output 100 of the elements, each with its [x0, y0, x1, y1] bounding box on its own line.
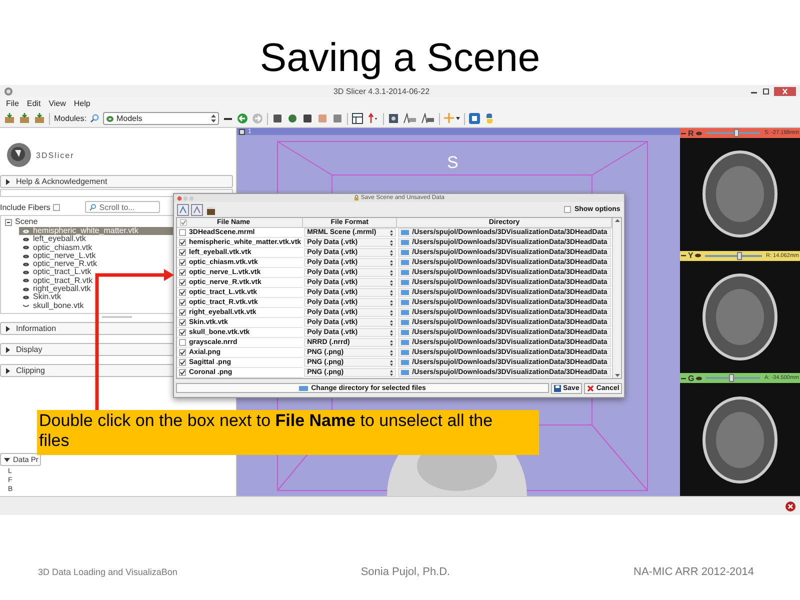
footer-text: NA-MIC ARR 2012-2014 — [634, 566, 754, 578]
tree-item[interactable]: optic_tract_L.vtk — [19, 268, 98, 277]
pin-icon[interactable] — [239, 128, 245, 134]
checkbox[interactable] — [564, 206, 572, 213]
updown-arrows-icon — [390, 330, 394, 336]
checkbox[interactable] — [179, 279, 186, 286]
collapse-icon[interactable] — [5, 218, 12, 226]
checkbox[interactable] — [179, 319, 186, 326]
orientation-label: S — [447, 153, 458, 173]
eye-icon[interactable] — [23, 278, 29, 284]
menu-item[interactable]: Help — [74, 99, 90, 108]
tree-item[interactable]: left_eyeball.vtk — [19, 235, 92, 244]
slicer-logo-icon — [6, 142, 32, 168]
python-icon[interactable] — [484, 113, 496, 124]
slider-thumb[interactable] — [737, 252, 742, 260]
tree-item[interactable]: right_eyeball.vtk — [19, 285, 97, 294]
search-icon[interactable] — [90, 114, 100, 123]
restore-icon[interactable] — [762, 87, 770, 95]
pin-icon[interactable] — [681, 130, 686, 136]
checkbox[interactable] — [179, 329, 186, 336]
data-box-icon[interactable] — [19, 113, 30, 124]
module-selector[interactable]: Models — [103, 112, 220, 125]
extension-manager-icon[interactable] — [469, 113, 480, 124]
checkbox[interactable] — [179, 359, 186, 366]
checkbox[interactable] — [179, 239, 186, 246]
axes-icon[interactable] — [367, 113, 380, 124]
updown-arrows-icon — [390, 290, 394, 296]
slider-thumb[interactable] — [734, 129, 739, 137]
eye-icon[interactable] — [23, 254, 29, 259]
expand-arrow-icon — [4, 456, 10, 462]
slice-label: Y — [688, 251, 694, 260]
layout-icon[interactable] — [352, 113, 364, 124]
menu-item[interactable]: Edit — [26, 99, 41, 108]
include-fibers-label: Include Fibers — [0, 202, 50, 212]
updown-arrows-icon — [390, 320, 394, 326]
tree-item[interactable]: optic_tract_R.vtk — [19, 276, 99, 286]
annotation-icon[interactable] — [403, 113, 418, 124]
eye-icon[interactable] — [23, 236, 29, 242]
updown-arrows-icon — [390, 300, 394, 306]
checkbox[interactable] — [179, 309, 186, 316]
checkbox[interactable] — [179, 349, 186, 356]
checkbox[interactable] — [53, 204, 60, 210]
slider-thumb[interactable] — [728, 374, 734, 382]
eye-icon[interactable] — [695, 253, 702, 258]
eye-icon[interactable] — [23, 262, 29, 267]
checkbox[interactable] — [179, 269, 186, 276]
data-box-icon[interactable] — [4, 113, 15, 124]
updown-arrows-icon — [390, 350, 394, 356]
updown-arrows-icon — [390, 340, 394, 346]
screenshot-icon[interactable] — [388, 113, 400, 124]
menu-item[interactable]: View — [48, 99, 66, 108]
module-icon[interactable] — [272, 113, 284, 124]
updown-arrows-icon — [390, 280, 394, 286]
closed-eye-icon[interactable] — [23, 303, 29, 308]
tree-item[interactable]: skull_bone.vtk — [19, 302, 90, 310]
updown-arrows-icon — [390, 270, 394, 276]
eye-icon[interactable] — [696, 376, 702, 381]
checkbox[interactable] — [179, 259, 186, 266]
checkbox[interactable] — [179, 229, 186, 236]
checkbox[interactable] — [180, 219, 187, 226]
window-controls-icon[interactable] — [177, 196, 194, 200]
updown-arrows-icon — [390, 260, 394, 266]
expand-arrow-icon — [5, 178, 11, 184]
eye-icon[interactable] — [23, 295, 29, 300]
tree-item[interactable]: Skin.vtk — [19, 293, 68, 302]
tree-item[interactable]: Scene — [15, 217, 38, 227]
slicer-logo-icon — [4, 86, 13, 96]
eye-icon[interactable] — [23, 245, 29, 250]
node-select-icon[interactable] — [177, 204, 189, 216]
folder-icon — [299, 386, 308, 390]
menu-item[interactable]: File — [6, 99, 19, 108]
footer-author: Sonia Pujol, Ph.D. — [360, 566, 450, 578]
back-arrow-icon[interactable] — [237, 113, 248, 124]
data-box-icon[interactable] — [34, 113, 45, 124]
crosshair-icon[interactable] — [444, 113, 460, 124]
scrollbar[interactable] — [612, 218, 622, 378]
checkbox[interactable] — [179, 369, 186, 376]
scroll-to-field[interactable]: Scroll to... — [85, 201, 160, 213]
annotation-icon[interactable] — [421, 113, 436, 124]
tree-item[interactable]: optic_chiasm.vtk — [19, 244, 98, 252]
close-icon[interactable] — [774, 86, 796, 96]
search-icon — [89, 204, 96, 210]
checkbox[interactable] — [179, 289, 186, 296]
modules-label: Modules: — [54, 114, 86, 123]
close-icon[interactable] — [785, 500, 796, 512]
tree-item[interactable]: optic_nerve_L.vtk — [19, 252, 102, 260]
model-icon — [106, 114, 114, 122]
section-header[interactable]: Help & Acknowledgement — [0, 175, 233, 188]
slice-label: G — [688, 374, 694, 383]
node-select-icon[interactable] — [191, 204, 203, 216]
checkbox[interactable] — [179, 299, 186, 306]
module-icon[interactable] — [287, 113, 298, 124]
expand-arrow-icon — [5, 326, 11, 332]
tree-item[interactable]: optic_nerve_R.vtk — [19, 260, 104, 268]
eye-icon[interactable] — [23, 286, 29, 292]
checkbox[interactable] — [179, 339, 186, 346]
checkbox[interactable] — [179, 249, 186, 256]
eye-icon[interactable] — [23, 270, 29, 276]
module-icon[interactable] — [302, 113, 314, 124]
updown-arrows-icon — [211, 114, 216, 123]
